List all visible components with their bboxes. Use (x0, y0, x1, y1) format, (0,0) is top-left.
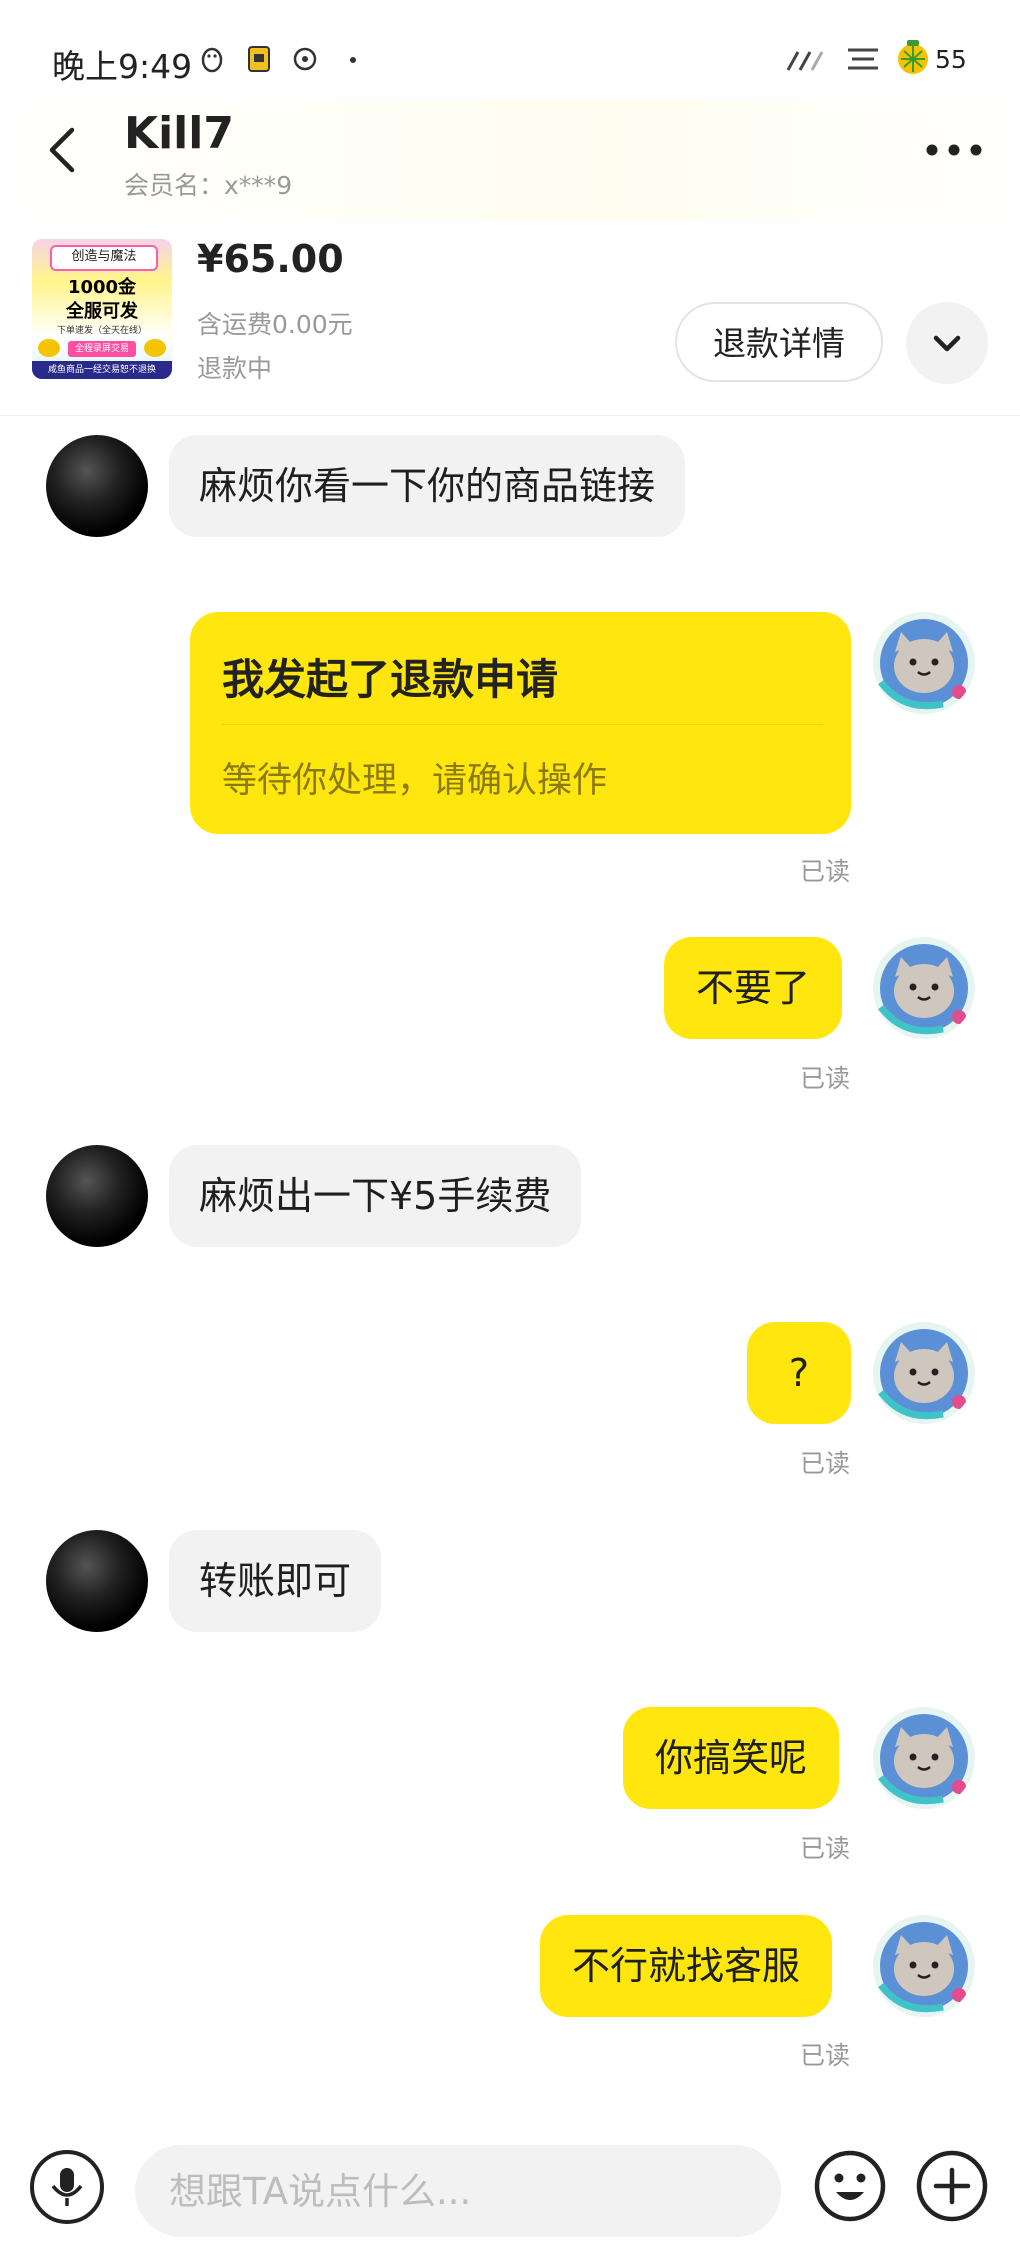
card-title: 我发起了退款申请 (222, 655, 559, 704)
refund-request-card[interactable]: 我发起了退款申请 等待你处理，请确认操作 (190, 612, 851, 834)
microphone-icon (51, 2168, 83, 2206)
product-price: ¥65.00 (197, 237, 344, 281)
read-receipt: 已读 (800, 2041, 851, 2070)
chevron-down-icon (933, 335, 961, 352)
message-bubble-other[interactable]: 麻烦出一下¥5手续费 (169, 1145, 582, 1247)
my-avatar[interactable] (873, 1322, 975, 1424)
product-card[interactable]: 创造与魔法 1000金 全服可发 下单速发（全天在线） 全程录屏交易 咸鱼商品一… (0, 225, 1020, 416)
message-bubble-me[interactable]: 你搞笑呢 (623, 1707, 840, 1809)
emoji-button-icon[interactable] (812, 2148, 888, 2224)
message-bubble-other[interactable]: 转账即可 (169, 1530, 382, 1632)
cat-astronaut-avatar-icon (878, 1714, 968, 1805)
read-receipt: 已读 (800, 1449, 851, 1478)
message-bubble-other[interactable]: 麻烦你看一下你的商品链接 (169, 435, 686, 537)
read-receipt: 已读 (800, 1834, 851, 1863)
my-avatar[interactable] (873, 1915, 975, 2017)
battery-icon (898, 40, 928, 74)
coin-icon (144, 339, 166, 357)
wifi-lines-icon (848, 48, 878, 70)
thumb-notice: 咸鱼商品一经交易恕不退换 (32, 361, 172, 379)
battery-level: 55 (935, 45, 967, 74)
contact-avatar[interactable] (46, 435, 148, 537)
thumb-amount: 1000金 (67, 277, 137, 298)
more-notifications-dot (350, 57, 356, 63)
cat-astronaut-avatar-icon (878, 944, 968, 1035)
contact-avatar[interactable] (46, 1145, 148, 1247)
contact-avatar[interactable] (46, 1530, 148, 1632)
cat-astronaut-avatar-icon (878, 1922, 968, 2013)
cat-astronaut-avatar-icon (878, 1329, 968, 1420)
my-avatar[interactable] (873, 1707, 975, 1809)
my-avatar[interactable] (873, 937, 975, 1039)
shipping-fee: 含运费0.00元 (197, 310, 353, 339)
message-bubble-me[interactable]: 不行就找客服 (540, 1915, 833, 2017)
add-more-icon[interactable] (914, 2148, 990, 2224)
back-arrow-icon[interactable] (40, 120, 90, 180)
contact-name[interactable]: Kill7 (124, 108, 234, 159)
member-id: 会员名：x***9 (124, 171, 293, 200)
thumb-record: 全程录屏交易 (68, 341, 136, 357)
more-options-icon[interactable] (924, 138, 984, 162)
message-input[interactable] (135, 2145, 781, 2237)
notification-app-icon (248, 46, 270, 72)
my-avatar[interactable] (873, 612, 975, 714)
cat-astronaut-avatar-icon (878, 619, 968, 710)
thumb-delivery: 下单速发（全天在线） (56, 326, 147, 336)
qq-penguin-icon (201, 47, 223, 73)
voice-button[interactable] (30, 2150, 104, 2224)
coin-icon (38, 339, 60, 357)
read-receipt: 已读 (800, 1064, 851, 1093)
expand-button[interactable] (906, 302, 988, 384)
card-divider (222, 724, 823, 725)
card-subtitle: 等待你处理，请确认操作 (222, 761, 608, 801)
signal-icon (786, 51, 824, 71)
message-bubble-me[interactable]: ? (747, 1322, 851, 1424)
input-bar (0, 2110, 1020, 2267)
read-receipt: 已读 (800, 857, 851, 886)
status-time: 晚上9:49 (52, 47, 193, 86)
chat-header: Kill7 会员名：x***9 (0, 100, 1020, 220)
order-status: 退款中 (197, 354, 273, 383)
thumb-title: 创造与魔法 (50, 245, 158, 271)
refund-details-button[interactable]: 退款详情 (675, 302, 883, 382)
thumb-server: 全服可发 (66, 301, 138, 322)
message-bubble-me[interactable]: 不要了 (664, 937, 843, 1039)
app-status-icon (293, 47, 317, 71)
product-thumbnail[interactable]: 创造与魔法 1000金 全服可发 下单速发（全天在线） 全程录屏交易 咸鱼商品一… (32, 239, 172, 379)
